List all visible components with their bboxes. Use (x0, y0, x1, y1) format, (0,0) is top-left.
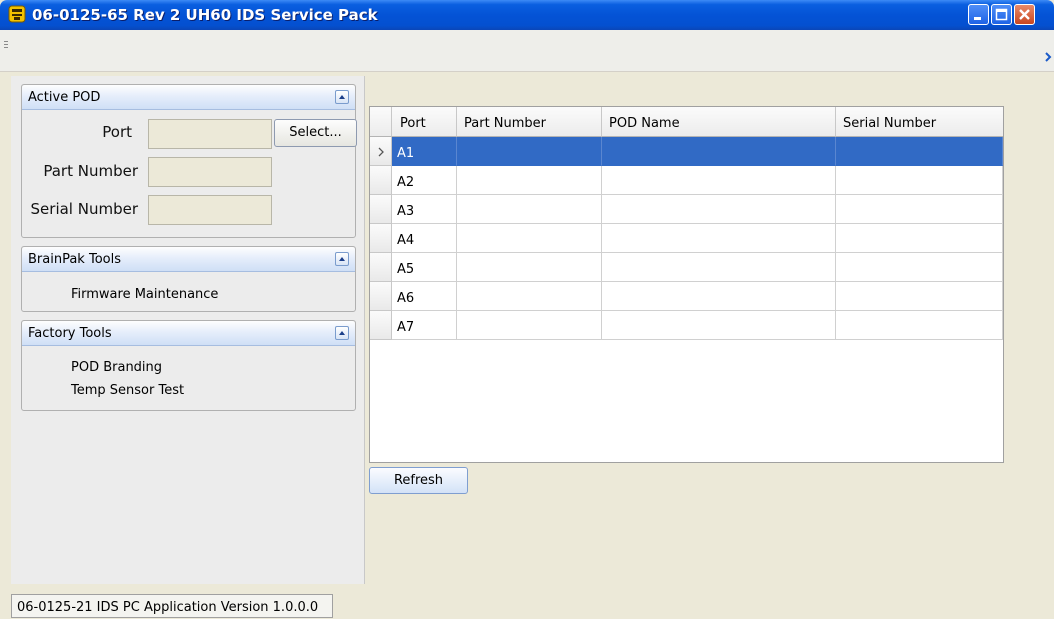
cell-serial-number[interactable] (836, 311, 1003, 340)
cell-pod-name[interactable] (602, 282, 836, 311)
cell-part-number[interactable] (457, 253, 602, 282)
column-header-part-number[interactable]: Part Number (457, 107, 602, 137)
part-number-field (148, 157, 272, 187)
serial-number-field (148, 195, 272, 225)
row-header[interactable] (370, 224, 392, 253)
pod-grid[interactable]: Port Part Number POD Name Serial Number … (369, 106, 1004, 463)
cell-part-number[interactable] (457, 224, 602, 253)
factory-tools-group: Factory Tools POD Branding Temp Sensor T… (21, 320, 356, 411)
cell-pod-name[interactable] (602, 311, 836, 340)
row-header[interactable] (370, 282, 392, 311)
close-button[interactable] (1014, 4, 1035, 25)
maximize-icon (995, 8, 1008, 21)
row-header[interactable] (370, 166, 392, 195)
cell-port[interactable]: A3 (392, 195, 457, 224)
column-header-pod-name[interactable]: POD Name (602, 107, 836, 137)
collapse-button[interactable] (335, 90, 349, 104)
part-number-label: Part Number (43, 162, 138, 180)
maximize-button[interactable] (991, 4, 1012, 25)
port-label: Port (102, 123, 132, 141)
brainpak-tools-group: BrainPak Tools Firmware Maintenance (21, 246, 356, 312)
temp-sensor-test-link[interactable]: Temp Sensor Test (71, 383, 184, 398)
cell-port[interactable]: A2 (392, 166, 457, 195)
column-header-serial-number[interactable]: Serial Number (836, 107, 1003, 137)
row-header[interactable] (370, 137, 392, 166)
port-field (148, 119, 272, 149)
cell-part-number[interactable] (457, 166, 602, 195)
cell-part-number[interactable] (457, 282, 602, 311)
cell-part-number[interactable] (457, 137, 602, 166)
cell-pod-name[interactable] (602, 253, 836, 282)
row-header[interactable] (370, 311, 392, 340)
table-row[interactable]: A7 (370, 311, 1003, 340)
collapse-icon (339, 331, 345, 335)
active-pod-header[interactable]: Active POD (22, 85, 355, 110)
row-pointer-icon (378, 147, 384, 157)
collapse-icon (339, 95, 345, 99)
cell-serial-number[interactable] (836, 282, 1003, 311)
column-header-port[interactable]: Port (392, 107, 457, 137)
serial-number-label: Serial Number (30, 200, 138, 218)
table-row[interactable]: A3 (370, 195, 1003, 224)
row-header[interactable] (370, 195, 392, 224)
factory-tools-title: Factory Tools (28, 326, 112, 341)
cell-pod-name[interactable] (602, 137, 836, 166)
cell-serial-number[interactable] (836, 137, 1003, 166)
cell-part-number[interactable] (457, 311, 602, 340)
cell-port[interactable]: A4 (392, 224, 457, 253)
cell-serial-number[interactable] (836, 224, 1003, 253)
title-bar: 06-0125-65 Rev 2 UH60 IDS Service Pack (0, 0, 1054, 30)
firmware-maintenance-link[interactable]: Firmware Maintenance (71, 287, 218, 302)
cell-pod-name[interactable] (602, 166, 836, 195)
table-row[interactable]: A2 (370, 166, 1003, 195)
app-icon (8, 5, 26, 23)
left-panel: Active POD Port Select... Part Number Se… (11, 76, 365, 584)
brainpak-tools-header[interactable]: BrainPak Tools (22, 247, 355, 272)
refresh-button[interactable]: Refresh (369, 467, 468, 494)
collapse-button[interactable] (335, 326, 349, 340)
table-row[interactable]: A1 (370, 137, 1003, 166)
window-title: 06-0125-65 Rev 2 UH60 IDS Service Pack (32, 6, 378, 24)
cell-pod-name[interactable] (602, 195, 836, 224)
collapse-icon (339, 257, 345, 261)
collapse-button[interactable] (335, 252, 349, 266)
cell-port[interactable]: A6 (392, 282, 457, 311)
pod-branding-link[interactable]: POD Branding (71, 360, 162, 375)
minimize-icon (974, 17, 981, 20)
tool-strip (0, 30, 1054, 72)
cell-serial-number[interactable] (836, 166, 1003, 195)
factory-tools-header[interactable]: Factory Tools (22, 321, 355, 346)
status-bar-text: 06-0125-21 IDS PC Application Version 1.… (11, 594, 333, 618)
table-row[interactable]: A5 (370, 253, 1003, 282)
cell-port[interactable]: A7 (392, 311, 457, 340)
cell-port[interactable]: A1 (392, 137, 457, 166)
select-button[interactable]: Select... (274, 119, 357, 147)
grip-icon[interactable] (2, 39, 10, 53)
table-row[interactable]: A4 (370, 224, 1003, 253)
active-pod-group: Active POD Port Select... Part Number Se… (21, 84, 357, 238)
cell-pod-name[interactable] (602, 224, 836, 253)
close-icon (1019, 9, 1030, 20)
cell-serial-number[interactable] (836, 195, 1003, 224)
active-pod-title: Active POD (28, 90, 101, 105)
cell-serial-number[interactable] (836, 253, 1003, 282)
cell-part-number[interactable] (457, 195, 602, 224)
brainpak-tools-title: BrainPak Tools (28, 252, 121, 267)
row-header[interactable] (370, 253, 392, 282)
chevron-right-icon[interactable] (1044, 52, 1052, 62)
minimize-button[interactable] (968, 4, 989, 25)
grid-corner-header (370, 107, 392, 137)
cell-port[interactable]: A5 (392, 253, 457, 282)
table-row[interactable]: A6 (370, 282, 1003, 311)
